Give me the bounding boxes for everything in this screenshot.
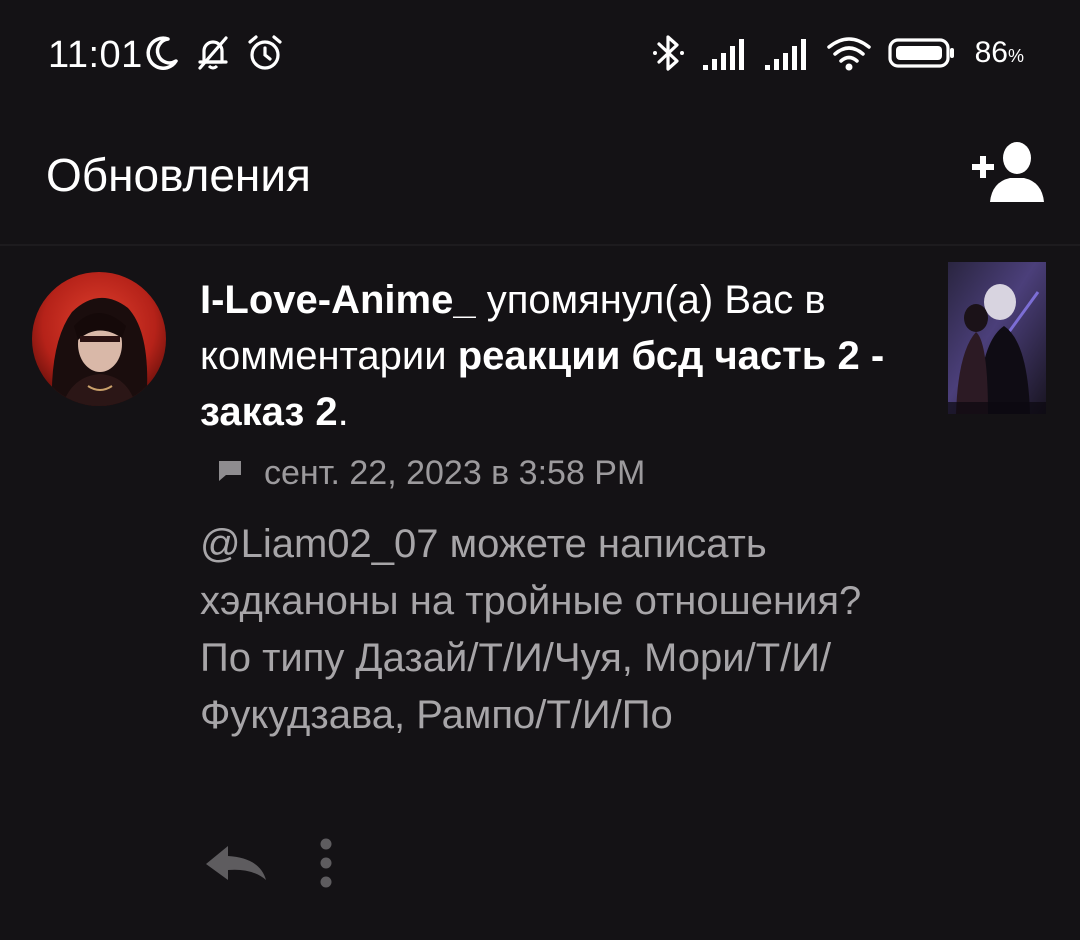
notification-item[interactable]: I-Love-Anime_ упомянул(а) Вас в коммента… [0,246,1080,940]
bluetooth-icon [651,32,687,74]
meta-row: сент. 22, 2023 в 3:58 PM [216,454,645,493]
period-text: . [337,390,349,434]
moon-icon [142,33,182,73]
reply-icon [206,846,266,880]
avatar-image [32,272,166,406]
bell-off-icon [192,32,234,74]
more-vertical-icon [320,838,332,888]
story-cover-image [948,262,1046,414]
avatar[interactable] [32,272,166,406]
battery-percentage: 86% [974,36,1024,69]
reply-button[interactable] [200,840,270,891]
signal-icon [763,33,811,73]
comment-preview: @Liam02_07 можете написать хэдканоны на … [200,522,862,737]
add-user-button[interactable] [970,138,1048,208]
comment-icon [216,458,244,489]
story-cover-thumbnail[interactable] [948,262,1046,414]
notification-text: I-Love-Anime_ упомянул(а) Вас в коммента… [200,272,930,440]
timestamp: сент. 22, 2023 в 3:58 PM [264,454,646,492]
status-right-icons: 86% [651,32,1024,74]
status-bar: 11:01 86% [0,0,1080,110]
status-time: 11:01 [48,34,143,76]
status-left-icons [142,32,286,74]
battery-icon [887,33,957,73]
wifi-icon [825,33,873,73]
action-bar [200,836,336,895]
screen: 11:01 86% Обновления I-Love-Anime_ упомя… [0,0,1080,940]
more-options-button[interactable] [316,836,336,895]
app-header: Обновления [0,110,1080,242]
signal-icon [701,33,749,73]
page-title: Обновления [46,149,311,201]
username-link[interactable]: I-Love-Anime_ [200,278,476,322]
add-user-icon [972,142,1044,202]
alarm-icon [244,32,286,74]
